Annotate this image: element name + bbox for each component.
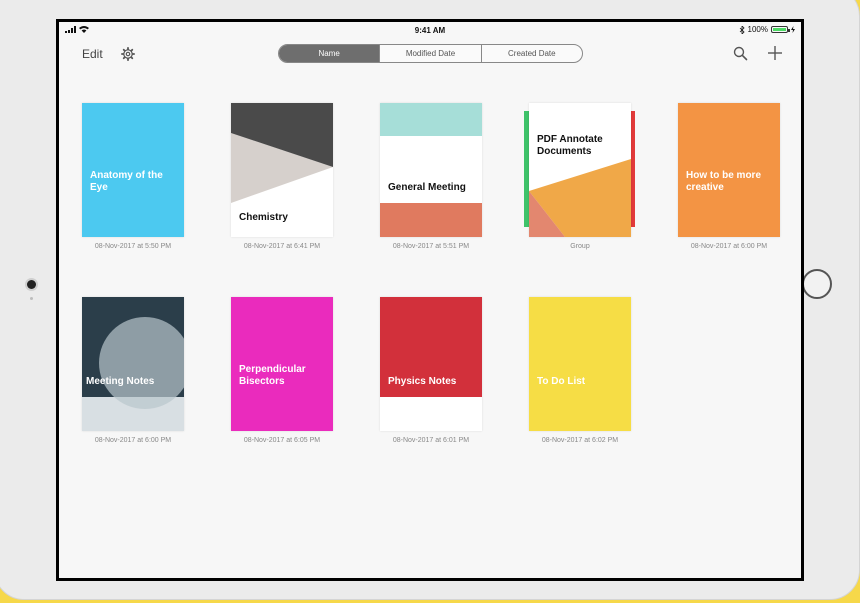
document-anatomy-of-the-eye[interactable]: Anatomy of the Eye 08-Nov-2017 at 5:50 P…	[82, 103, 184, 250]
document-title: How to be more creative	[686, 170, 762, 193]
document-date: 08-Nov-2017 at 6:02 PM	[541, 437, 619, 444]
document-title: To Do List	[537, 376, 586, 387]
document-date: 08-Nov-2017 at 6:41 PM	[243, 243, 321, 250]
document-cover[interactable]: To Do List	[529, 297, 631, 431]
plus-icon[interactable]	[767, 45, 783, 61]
document-cover[interactable]: How to be more creative	[678, 103, 780, 237]
folder-pdf-annotate-documents[interactable]: PDF Annotate Documents Group	[524, 103, 635, 250]
document-cover[interactable]: Perpendicular Bisectors	[231, 297, 333, 431]
home-button[interactable]	[802, 269, 832, 299]
document-date: 08-Nov-2017 at 6:00 PM	[690, 243, 768, 250]
sort-segmented-control: Name Modified Date Created Date	[278, 44, 583, 63]
document-physics-notes[interactable]: Physics Notes 08-Nov-2017 at 6:01 PM	[380, 297, 482, 444]
search-icon[interactable]	[733, 46, 748, 61]
charging-icon	[791, 26, 795, 33]
gear-icon[interactable]	[121, 47, 135, 61]
camera-icon	[27, 280, 36, 289]
document-cover[interactable]: Meeting Notes	[82, 297, 184, 431]
document-date: 08-Nov-2017 at 5:51 PM	[392, 243, 470, 250]
document-cover[interactable]: PDF Annotate Documents	[529, 103, 631, 237]
clock-time: 9:41 AM	[414, 26, 446, 35]
sort-tab-name[interactable]: Name	[279, 45, 380, 62]
sort-tab-modified-date[interactable]: Modified Date	[379, 45, 480, 62]
document-title: Meeting Notes	[86, 376, 155, 387]
document-to-do-list[interactable]: To Do List 08-Nov-2017 at 6:02 PM	[529, 297, 631, 444]
document-title: Chemistry	[239, 212, 288, 223]
document-date: 08-Nov-2017 at 5:50 PM	[94, 243, 172, 250]
cover-band-top	[380, 103, 482, 136]
cover-art	[82, 297, 184, 431]
group-label: Group	[570, 243, 590, 250]
document-title: Anatomy of the Eye	[90, 170, 163, 193]
document-title: Perpendicular Bisectors	[239, 364, 306, 387]
app-screen: 9:41 AM 100% Edit Name Modified Date Cre…	[56, 19, 804, 581]
cover-band-bottom	[380, 203, 482, 237]
document-meeting-notes[interactable]: Meeting Notes 08-Nov-2017 at 6:00 PM	[82, 297, 184, 444]
document-date: 08-Nov-2017 at 6:05 PM	[243, 437, 321, 444]
document-chemistry[interactable]: Chemistry 08-Nov-2017 at 6:41 PM	[231, 103, 333, 250]
document-perpendicular-bisectors[interactable]: Perpendicular Bisectors 08-Nov-2017 at 6…	[231, 297, 333, 444]
bluetooth-icon	[739, 25, 745, 34]
document-title: PDF Annotate Documents	[537, 134, 603, 157]
document-general-meeting[interactable]: General Meeting 08-Nov-2017 at 5:51 PM	[380, 103, 482, 250]
document-date: 08-Nov-2017 at 6:00 PM	[94, 437, 172, 444]
document-cover[interactable]: Anatomy of the Eye	[82, 103, 184, 237]
sort-tab-created-date[interactable]: Created Date	[480, 45, 582, 62]
document-how-to-be-more-creative[interactable]: How to be more creative 08-Nov-2017 at 6…	[678, 103, 780, 250]
document-date: 08-Nov-2017 at 6:01 PM	[392, 437, 470, 444]
status-bar: 9:41 AM 100%	[59, 22, 801, 40]
battery-icon	[771, 26, 790, 33]
edit-button[interactable]: Edit	[82, 47, 103, 61]
document-title: Physics Notes	[388, 376, 457, 387]
folder-stack-right	[631, 111, 635, 227]
cover-art	[529, 103, 631, 237]
document-cover[interactable]: Chemistry	[231, 103, 333, 237]
battery-percent: 100%	[747, 25, 768, 34]
document-cover[interactable]: Physics Notes	[380, 297, 482, 431]
document-title: General Meeting	[388, 182, 466, 193]
toolbar: Edit Name Modified Date Created Date	[59, 42, 801, 68]
document-cover[interactable]: General Meeting	[380, 103, 482, 237]
sensor-dot	[30, 297, 33, 300]
